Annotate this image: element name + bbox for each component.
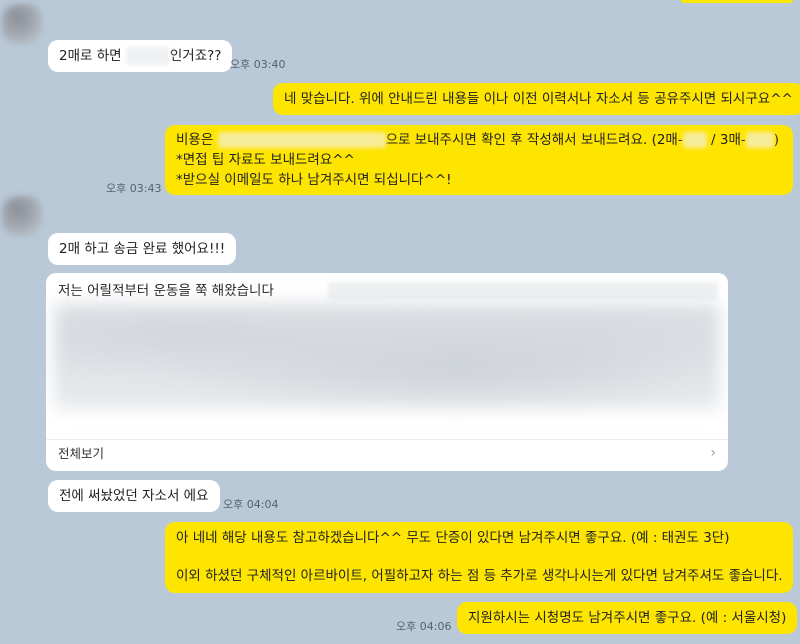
redacted-text bbox=[125, 47, 170, 65]
message-line: 비용은 으로 보내주시면 확인 후 작성해서 보내드려요. (2매- / 3매-… bbox=[176, 132, 780, 148]
incoming-message[interactable]: 2매로 하면 인거죠?? bbox=[48, 40, 233, 72]
message-line: 아 네네 해당 내용도 참고하겠습니다^^ 무도 단증이 있다면 남겨주시면 좋… bbox=[176, 530, 730, 546]
redacted-text bbox=[217, 132, 386, 148]
message-timestamp: 오후 04:06 bbox=[396, 620, 452, 633]
redacted-message-body bbox=[54, 303, 720, 409]
previous-outgoing-bubble bbox=[681, 0, 793, 3]
message-line: *면접 팁 자료도 보내드려요^^ bbox=[176, 152, 355, 168]
sender-avatar[interactable] bbox=[2, 196, 42, 236]
outgoing-message[interactable]: 비용은 으로 보내주시면 확인 후 작성해서 보내드려요. (2매- / 3매-… bbox=[165, 125, 793, 195]
message-timestamp: 오후 03:40 bbox=[230, 58, 286, 71]
message-text: 2매 하고 송금 완료 했어요!!! bbox=[59, 241, 226, 257]
long-message-preview-card[interactable]: 저는 어릴적부터 운동을 쭉 해왔습니다 전체보기 › bbox=[46, 273, 728, 471]
message-text: 전에 써놨었던 자소서 에요 bbox=[59, 488, 209, 504]
message-timestamp: 오후 04:04 bbox=[223, 498, 279, 511]
message-text: 지원하시는 시청명도 남겨주시면 좋구요. (예 : 서울시청) bbox=[468, 610, 787, 626]
divider bbox=[46, 439, 728, 440]
message-text: 네 맞습니다. 위에 안내드린 내용들 이나 이전 이력서나 자소서 등 공유주… bbox=[284, 91, 793, 107]
message-text: 인거죠?? bbox=[169, 48, 222, 64]
message-line: *받으실 이메일도 하나 남겨주시면 되십니다^^! bbox=[176, 172, 452, 188]
sender-avatar[interactable] bbox=[2, 4, 42, 44]
incoming-message[interactable]: 2매 하고 송금 완료 했어요!!! bbox=[48, 233, 237, 265]
message-text: 저는 어릴적부터 운동을 쭉 해왔습니다 bbox=[58, 283, 274, 299]
chevron-right-icon: › bbox=[710, 445, 716, 461]
redacted-text bbox=[682, 132, 707, 148]
incoming-message[interactable]: 전에 써놨었던 자소서 에요 bbox=[48, 480, 220, 512]
redacted-text bbox=[328, 282, 718, 300]
outgoing-message[interactable]: 지원하시는 시청명도 남겨주시면 좋구요. (예 : 서울시청) bbox=[457, 602, 798, 634]
outgoing-message[interactable]: 네 맞습니다. 위에 안내드린 내용들 이나 이전 이력서나 자소서 등 공유주… bbox=[273, 83, 800, 115]
message-timestamp: 오후 03:43 bbox=[106, 182, 162, 195]
redacted-text bbox=[745, 132, 774, 148]
message-line: 이외 하셨던 구체적인 아르바이트, 어필하고자 하는 점 등 추가로 생각나시… bbox=[176, 568, 783, 584]
message-text: 2매로 하면 bbox=[59, 48, 126, 64]
outgoing-message[interactable]: 아 네네 해당 내용도 참고하겠습니다^^ 무도 단증이 있다면 남겨주시면 좋… bbox=[165, 522, 793, 593]
view-all-link[interactable]: 전체보기 bbox=[58, 445, 104, 463]
